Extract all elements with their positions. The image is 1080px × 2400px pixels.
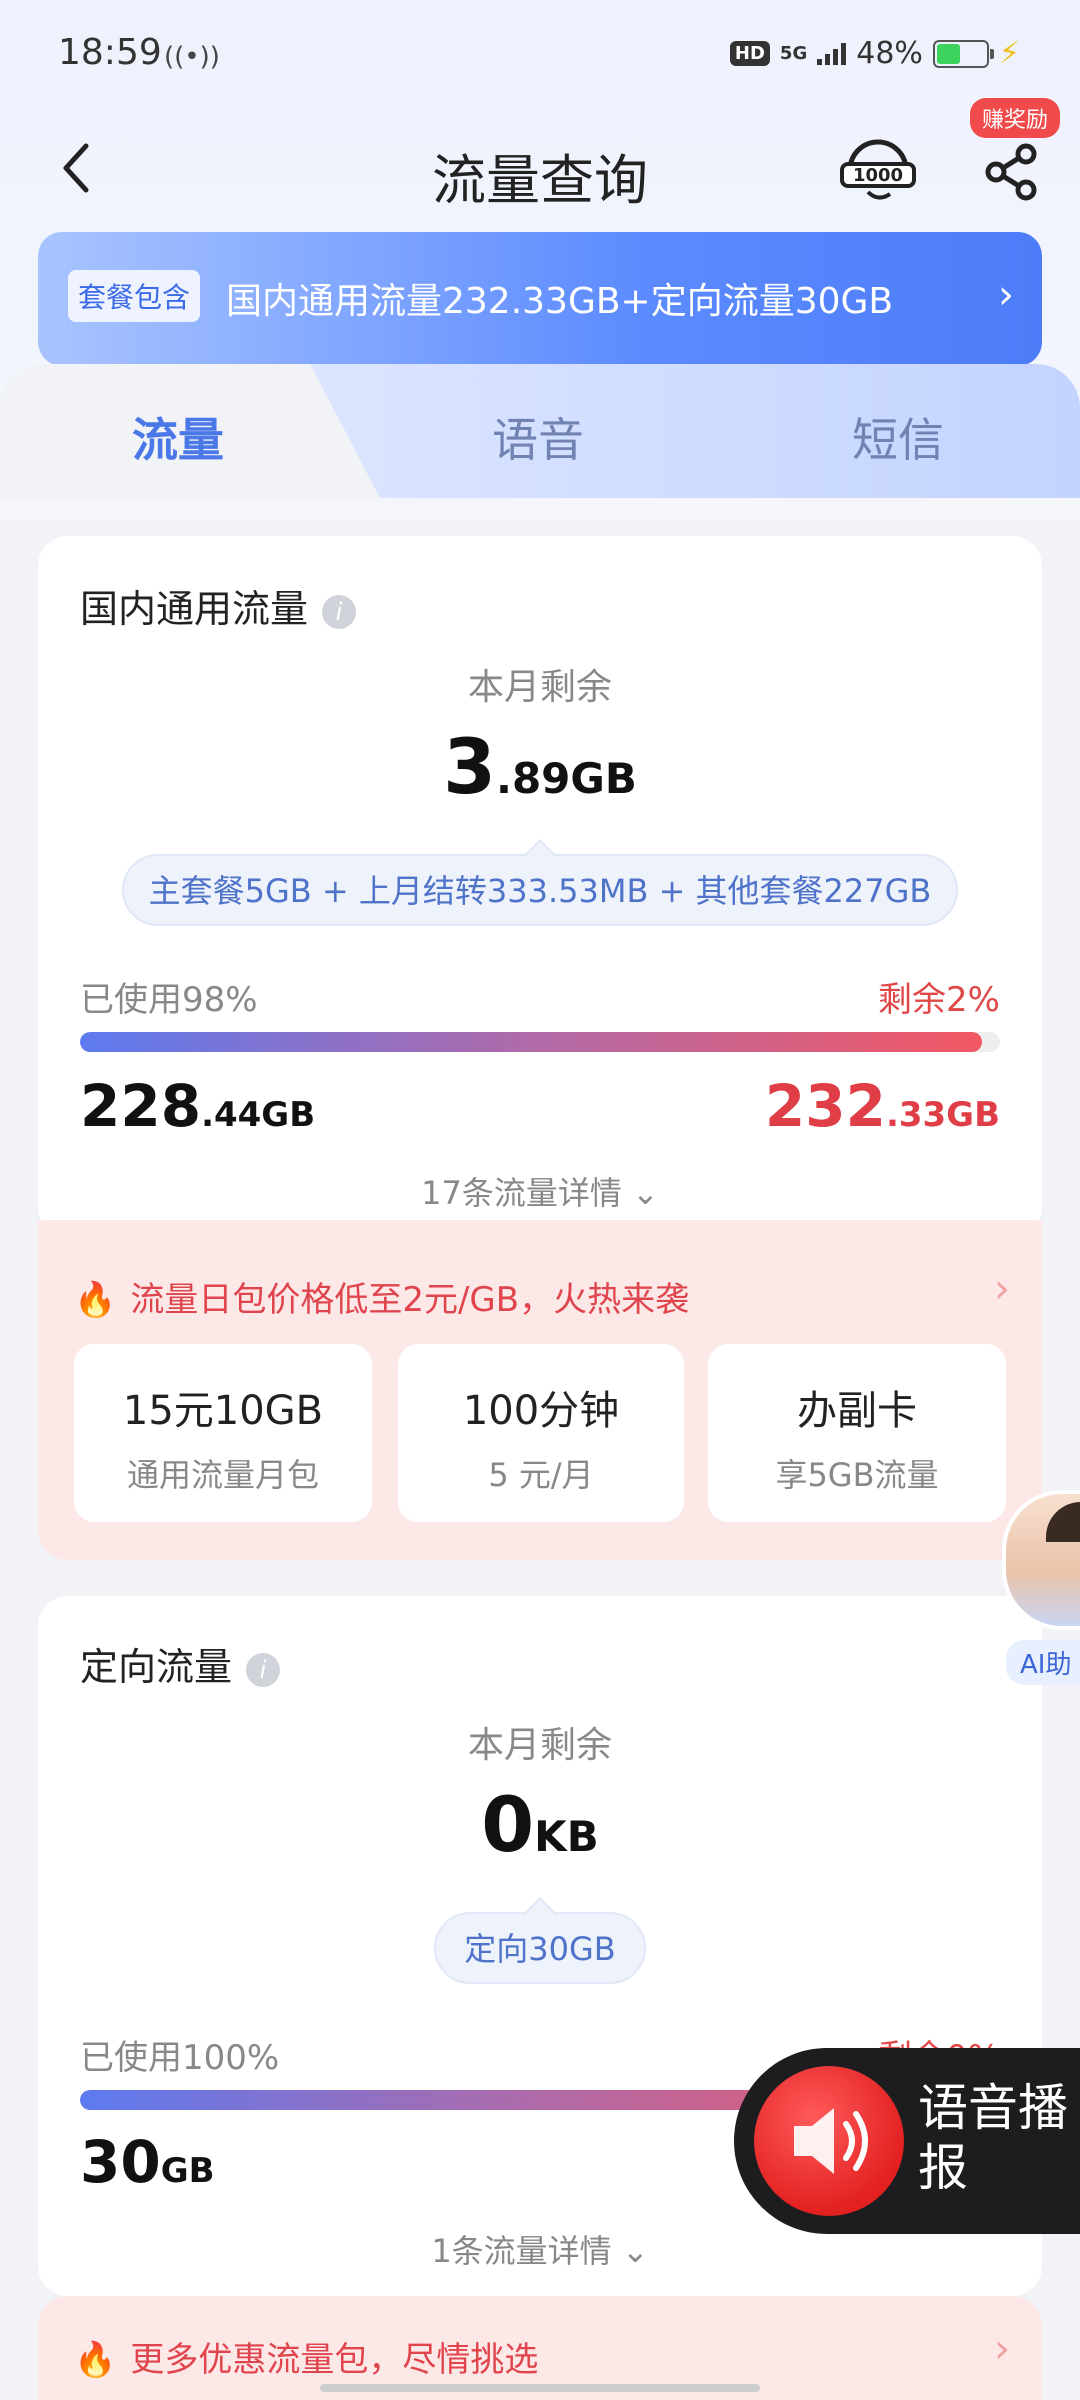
hotspot-icon: ((•)) [164,42,220,72]
fire-icon: 🔥 [74,1280,117,1320]
offer-subtitle: 享5GB流量 [775,1456,939,1494]
offer-title: 15元10GB [122,1388,324,1434]
offer-title: 100分钟 [462,1388,620,1434]
general-remain-label: 本月剩余 [467,667,612,708]
nav-bar: 流量查询 1000 赚奖励 [0,98,1080,228]
offer-subtitle: 5 元/月 [488,1456,594,1494]
hd-badge: HD [729,41,770,66]
general-used-value: 228.44GB [80,1072,315,1140]
offer-card[interactable]: 15元10GB 通用流量月包 [74,1344,372,1522]
home-indicator[interactable] [320,2384,760,2392]
general-usage-bar [80,1032,1000,1052]
plan-banner[interactable]: 套餐包含 国内通用流量232.33GB+定向流量30GB › [38,232,1042,366]
directed-remain-label: 本月剩余 [467,1725,612,1766]
ai-avatar-hair [1046,1502,1080,1542]
customer-service-icon[interactable]: 1000 [838,130,918,210]
general-remain-value: 3.89GB [38,722,1042,811]
plan-summary: 国内通用流量232.33GB+定向流量30GB [226,281,894,322]
tab-bar: 流量 语音 短信 [0,364,1080,498]
directed-used-value: 30GB [80,2128,215,2196]
general-data-card: 国内通用流量 i 本月剩余 3.89GB 主套餐5GB + 上月结转333.53M… [38,536,1042,1236]
general-usage-fill [80,1032,982,1052]
promo-more-text: 更多优惠流量包，尽情挑选 [130,2340,539,2380]
reward-badge[interactable]: 赚奖励 [970,98,1061,138]
general-remain-unit: .89GB [496,754,637,803]
directed-used-unit: GB [160,2151,215,2191]
directed-remain-int: 0 [481,1780,535,1869]
general-left-label: 剩余2% [878,980,1000,1020]
status-bar: 18:59 ((•)) HD 5G 48% ⚡ [0,0,1080,118]
directed-remain-unit: KB [534,1812,599,1861]
directed-data-title: 定向流量 i [80,1636,281,1691]
directed-used-label: 已使用100% [80,2038,280,2078]
promo-section: 🔥 流量日包价格低至2元/GB，火热来袭 › 15元10GB 通用流量月包 100… [38,1220,1042,1560]
general-breakdown: 主套餐5GB + 上月结转333.53MB + 其他套餐227GB [122,854,958,926]
general-total-value: 232.33GB [765,1072,1000,1140]
general-detail-link[interactable]: 17条流量详情 ⌄ [38,1168,1042,1214]
battery-icon [932,39,994,68]
directed-breakdown: 定向30GB [434,1912,646,1984]
general-data-title-text: 国内通用流量 [80,587,309,631]
directed-data-title-text: 定向流量 [80,1645,233,1689]
directed-used-int: 30 [80,2128,161,2196]
general-detail-text: 17条流量详情 [421,1174,622,1212]
voice-broadcast-label: 语音播报 [918,2079,1068,2197]
general-data-title: 国内通用流量 i [80,578,357,633]
fire-icon: 🔥 [74,2340,117,2380]
chevron-right-icon: › [998,272,1014,318]
offer-card[interactable]: 100分钟 5 元/月 [398,1344,684,1522]
ai-assistant-button[interactable]: AI助 [998,1490,1080,1685]
directed-detail-text: 1条流量详情 [431,2232,612,2270]
promo-more-headline: 🔥 更多优惠流量包，尽情挑选 [74,2332,538,2381]
plan-tag: 套餐包含 [68,270,201,322]
offer-title: 办副卡 [797,1388,917,1434]
signal-icon [817,42,847,65]
ai-avatar [1002,1490,1080,1630]
speaker-icon [754,2066,904,2216]
offer-subtitle: 通用流量月包 [126,1456,319,1494]
offer-card[interactable]: 办副卡 享5GB流量 [708,1344,1006,1522]
tab-data[interactable]: 流量 [132,404,224,470]
chevron-down-icon: ⌄ [632,1174,659,1212]
status-time: 18:59 [58,32,162,73]
general-used-unit: .44GB [201,1095,316,1135]
page-title: 流量查询 [432,149,648,212]
chevron-right-icon: › [994,2326,1010,2372]
tab-sms[interactable]: 短信 [852,404,944,470]
share-icon[interactable] [982,134,1042,204]
promo-headline-text: 流量日包价格低至2元/GB，火热来袭 [130,1280,690,1320]
tab-voice[interactable]: 语音 [492,404,584,470]
general-used-label: 已使用98% [80,980,258,1020]
general-remain-int: 3 [443,722,496,811]
network-type: 5G [779,42,808,64]
voice-broadcast-button[interactable]: 语音播报 [734,2048,1080,2234]
battery-percent: 48% [856,36,923,71]
promo-headline[interactable]: 🔥 流量日包价格低至2元/GB，火热来袭 [74,1272,689,1321]
directed-remain-value: 0KB [38,1780,1042,1869]
general-total-int: 232 [764,1072,886,1140]
chevron-right-icon[interactable]: › [994,1266,1010,1312]
svg-text:1000: 1000 [853,165,903,186]
charging-icon: ⚡ [998,36,1020,71]
general-total-unit: .33GB [885,1095,1000,1135]
general-used-int: 228 [80,1072,202,1140]
ai-assistant-label: AI助 [1006,1640,1080,1685]
info-icon[interactable]: i [322,594,357,629]
chevron-down-icon: ⌄ [621,2232,649,2270]
info-icon[interactable]: i [246,1652,281,1687]
status-icons: HD 5G 48% ⚡ [729,36,1020,71]
